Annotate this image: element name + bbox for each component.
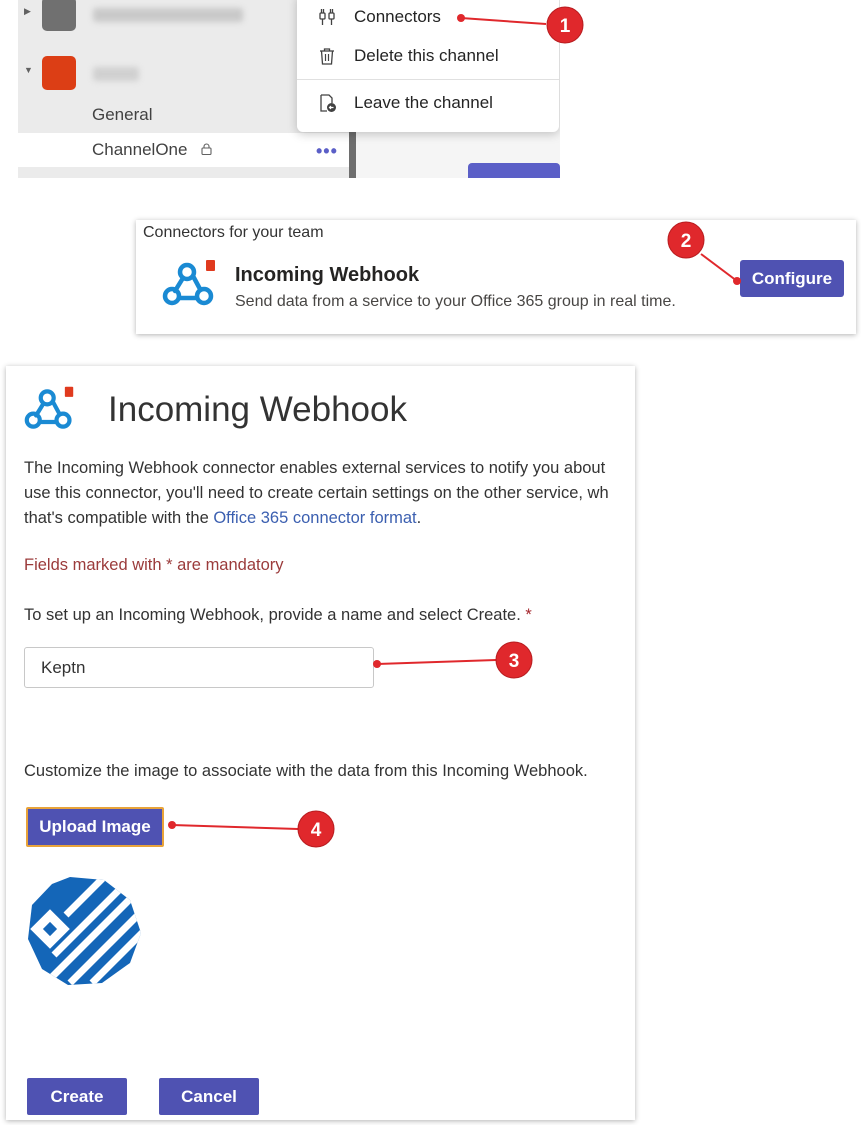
leave-icon — [320, 94, 336, 112]
webhook-icon — [24, 386, 74, 429]
menu-label: Delete this channel — [354, 46, 499, 65]
webhook-name-input[interactable] — [24, 647, 374, 688]
more-options-icon[interactable]: ••• — [316, 141, 338, 162]
trash-icon — [320, 48, 334, 65]
customize-image-label: Customize the image to associate with th… — [24, 762, 588, 780]
lock-icon — [201, 143, 212, 155]
channel-context-menu: Connectors Delete this channel Leave the… — [297, 0, 559, 132]
intro-line: The Incoming Webhook connector enables e… — [24, 459, 606, 477]
menu-item-connectors[interactable]: Connectors — [297, 0, 559, 34]
menu-divider — [297, 79, 559, 80]
keptn-logo — [28, 877, 141, 985]
connectors-icon — [319, 9, 335, 25]
intro-line-suffix: . — [416, 509, 422, 527]
create-button[interactable]: Create — [27, 1078, 127, 1115]
form-intro: The Incoming Webhook connector enables e… — [24, 456, 635, 531]
step-number: 1 — [560, 16, 571, 37]
webhook-icon — [162, 260, 215, 306]
configure-button[interactable]: Configure — [740, 260, 844, 297]
menu-label: Connectors — [354, 7, 441, 26]
caret-right-icon[interactable]: ▶ — [24, 6, 34, 16]
intro-line: use this connector, you'll need to creat… — [24, 484, 609, 502]
upload-image-button[interactable]: Upload Image — [26, 807, 164, 847]
connector-description: Send data from a service to your Office … — [235, 293, 676, 310]
team-name-blurred — [93, 8, 243, 22]
required-asterisk: * — [525, 606, 532, 624]
intro-line-prefix: that's compatible with the — [24, 509, 214, 527]
new-post-button[interactable] — [468, 163, 560, 178]
office-365-connector-link[interactable]: Office 365 connector format — [213, 509, 416, 527]
channel-channelone[interactable]: ChannelOne ••• — [18, 133, 356, 167]
connectors-card: Connectors for your team Incoming Webhoo… — [136, 220, 856, 334]
menu-label: Leave the channel — [354, 93, 493, 112]
name-label-text: To set up an Incoming Webhook, provide a… — [24, 606, 521, 624]
form-title: Incoming Webhook — [108, 390, 407, 429]
name-field-label: To set up an Incoming Webhook, provide a… — [24, 606, 532, 625]
team-avatar — [42, 56, 76, 90]
mandatory-note: Fields marked with * are mandatory — [24, 556, 284, 574]
team-name-blurred — [93, 67, 139, 81]
menu-item-leave-channel[interactable]: Leave the channel — [297, 86, 559, 120]
connectors-header: Connectors for your team — [143, 224, 324, 241]
menu-item-delete-channel[interactable]: Delete this channel — [297, 39, 559, 73]
caret-down-icon[interactable]: ▼ — [24, 65, 34, 75]
team-avatar — [42, 0, 76, 31]
connector-title: Incoming Webhook — [235, 264, 420, 286]
channel-general[interactable]: General — [92, 105, 152, 125]
incoming-webhook-form: Incoming Webhook The Incoming Webhook co… — [6, 366, 635, 1120]
cancel-button[interactable]: Cancel — [159, 1078, 259, 1115]
teams-channel-panel: ▶ ▼ General ChannelOne ••• Connectors De… — [18, 0, 560, 178]
channel-label: ChannelOne — [92, 140, 188, 159]
